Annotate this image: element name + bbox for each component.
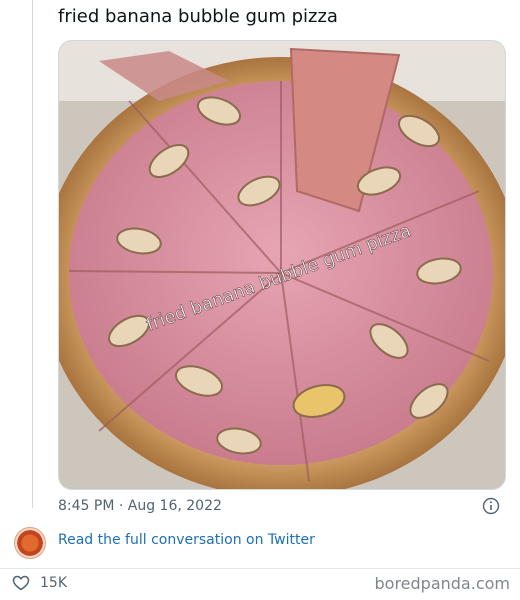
- read-full-conversation-link[interactable]: Read the full conversation on Twitter: [58, 532, 315, 548]
- pizza-avatar[interactable]: [14, 527, 46, 559]
- info-icon[interactable]: [482, 497, 500, 515]
- heart-icon[interactable]: [12, 574, 30, 592]
- tweet-timestamp[interactable]: 8:45 PM · Aug 16, 2022: [58, 498, 222, 514]
- tweet-photo[interactable]: fried banana bubble gum pizza: [58, 40, 506, 490]
- pizza-photo-illustration: fried banana bubble gum pizza: [59, 41, 505, 489]
- source-attribution[interactable]: boredpanda.com: [375, 574, 511, 593]
- tweet-text: fried banana bubble gum pizza: [58, 6, 338, 27]
- footer-divider: [0, 568, 520, 569]
- like-count: 15K: [40, 575, 67, 591]
- thread-connector-line: [32, 0, 33, 508]
